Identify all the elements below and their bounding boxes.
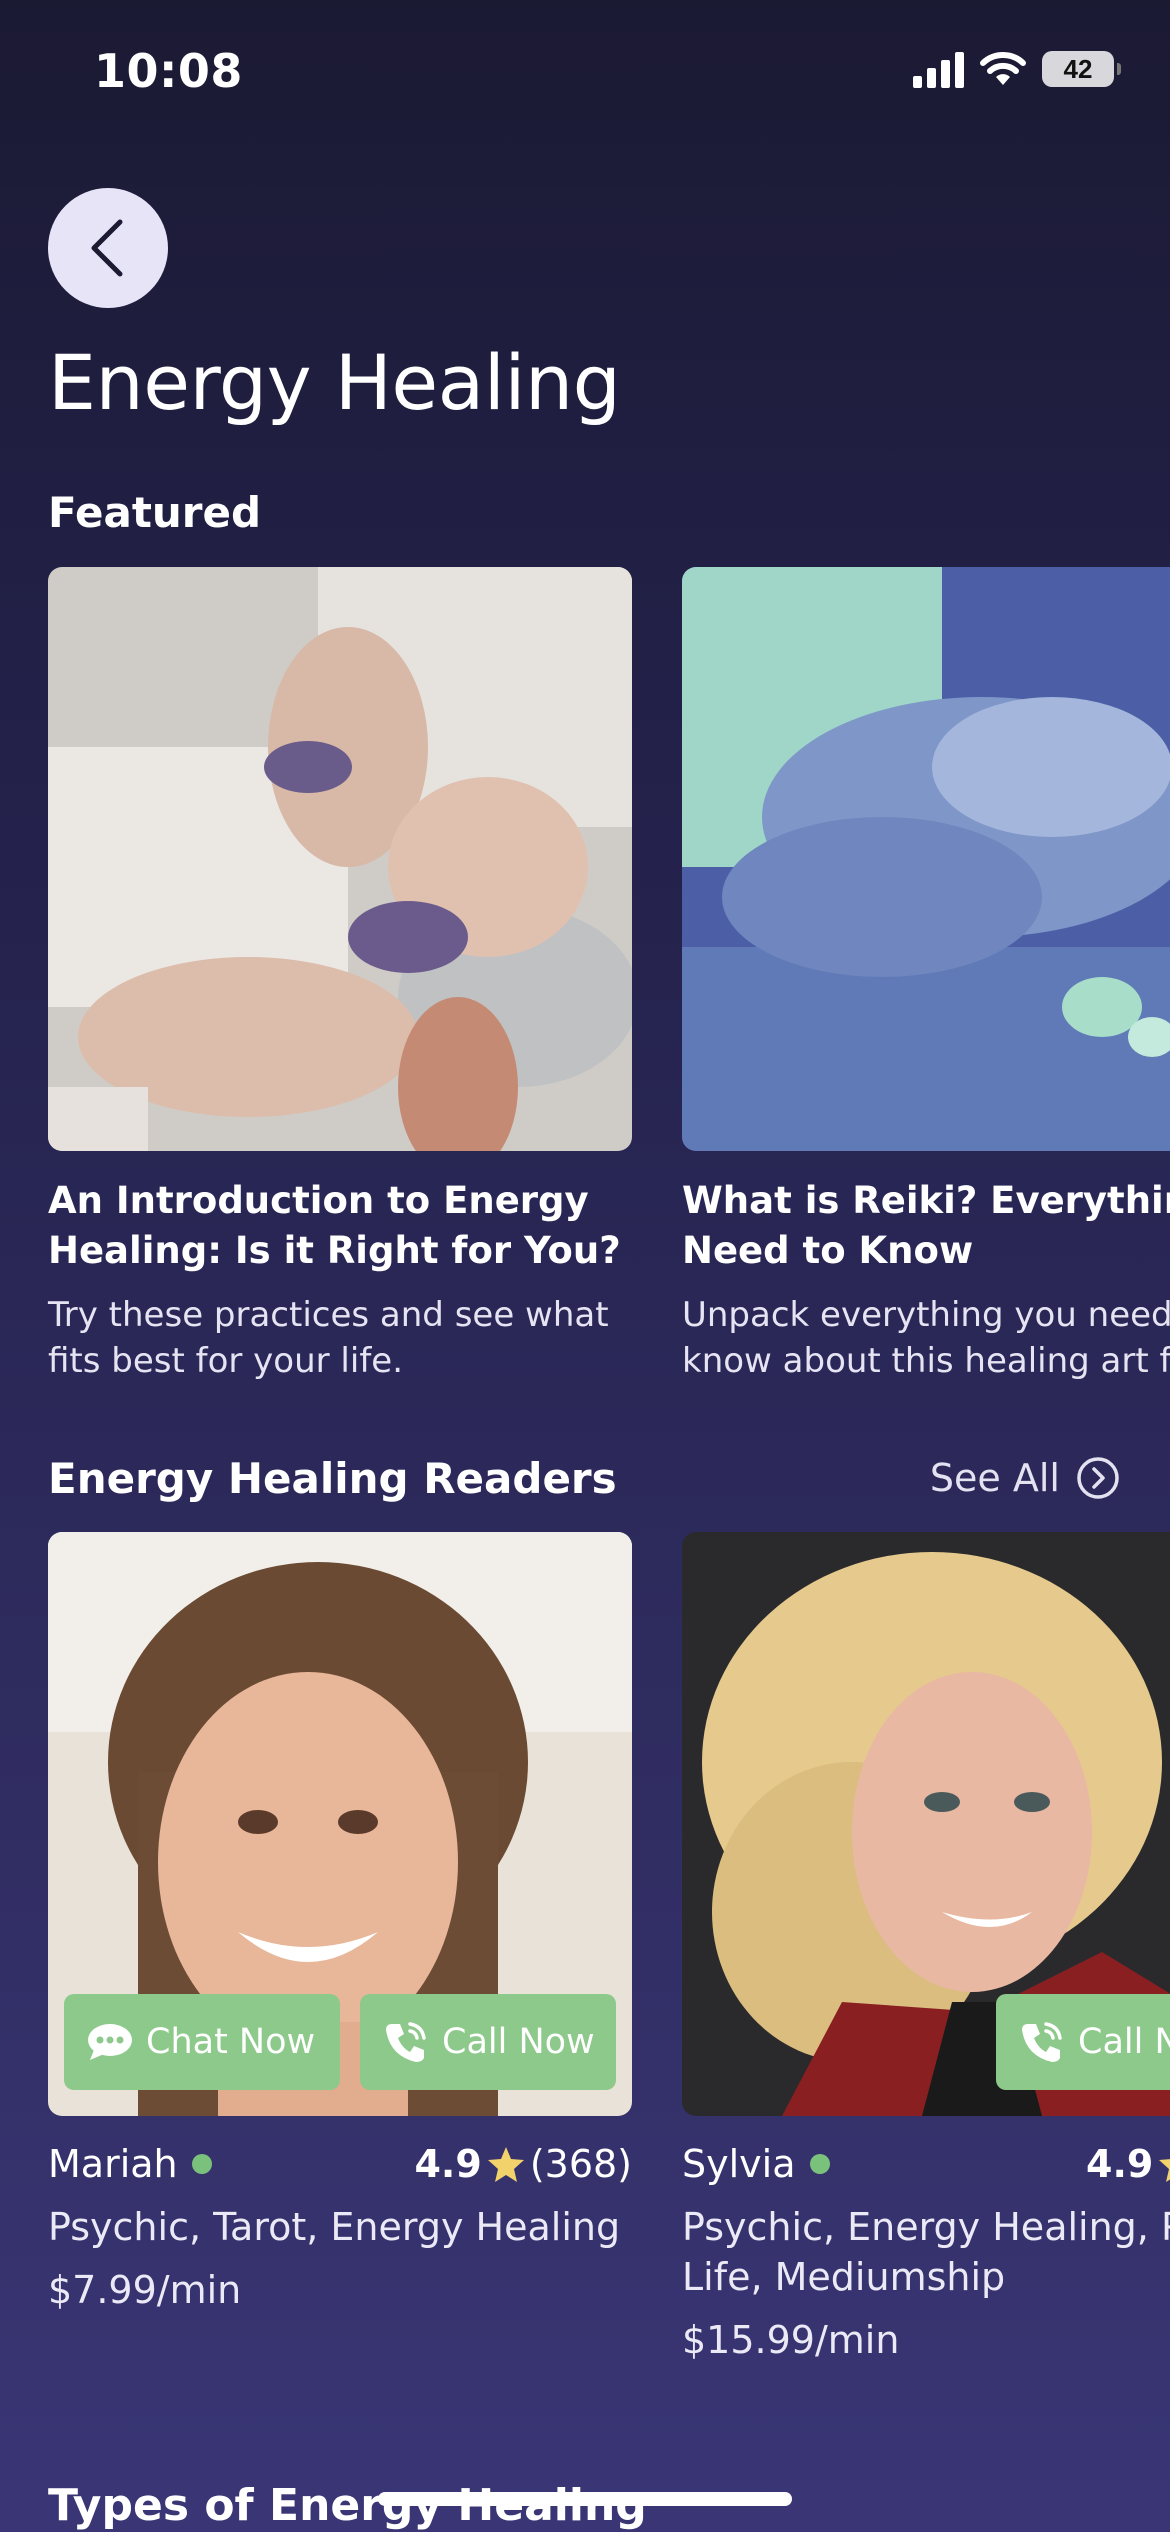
call-now-label: Call Now <box>442 2022 595 2062</box>
status-icons: 42 <box>913 50 1121 88</box>
call-now-button[interactable]: Call N <box>996 1994 1170 2090</box>
reader-price: $7.99/min <box>48 2268 242 2312</box>
call-now-button[interactable]: Call Now <box>360 1994 616 2090</box>
reader-price: $15.99/min <box>682 2318 900 2362</box>
battery-icon: 42 <box>1042 51 1121 87</box>
phone-icon <box>1022 2022 1062 2062</box>
article-title[interactable]: What is Reiki? Everything Y Need to Know <box>682 1176 1170 1276</box>
chat-now-label: Chat Now <box>146 2022 316 2062</box>
screen: 10:08 42 Energy Healing Featured An Intr… <box>0 0 1170 2532</box>
star-icon <box>1159 2159 1170 2182</box>
wifi-icon <box>980 52 1026 85</box>
phone-icon <box>386 2022 426 2062</box>
chevron-right-circle-icon <box>1077 1457 1119 1499</box>
online-status-dot <box>809 2154 830 2174</box>
article-image-reiki[interactable] <box>682 567 1170 1151</box>
reader-rating: 4.9 (368) <box>414 2142 632 2186</box>
reader-rating: 4.9 <box>1086 2142 1170 2186</box>
readers-heading: Energy Healing Readers <box>48 1454 617 1503</box>
online-status-dot <box>191 2154 212 2174</box>
article-description: Unpack everything you need t know about … <box>682 1295 1170 1381</box>
call-now-label: Call N <box>1078 2022 1170 2062</box>
chevron-left-icon <box>91 219 123 277</box>
see-all-link[interactable]: See All <box>930 1456 1120 1500</box>
back-button[interactable] <box>48 188 168 308</box>
home-indicator[interactable] <box>378 2492 792 2506</box>
status-time: 10:08 <box>94 44 243 98</box>
reader-name[interactable]: Mariah <box>48 2142 212 2186</box>
article-description: Try these practices and see what fits be… <box>48 1295 609 1381</box>
page-title: Energy Healing <box>48 338 621 427</box>
reader-specialties: Psychic, Tarot, Energy Healing <box>48 2205 621 2249</box>
article-image-crystals[interactable] <box>48 567 632 1151</box>
featured-heading: Featured <box>48 488 262 537</box>
reader-specialties: Psychic, Energy Healing, Pas Life, Mediu… <box>682 2205 1170 2299</box>
article-title[interactable]: An Introduction to Energy Healing: Is it… <box>48 1176 621 1276</box>
see-all-label: See All <box>929 1456 1060 1500</box>
reader-name[interactable]: Sylvia <box>682 2142 830 2186</box>
star-icon <box>487 2147 524 2182</box>
chat-bubble-icon <box>88 2024 132 2060</box>
cellular-signal-icon <box>913 50 964 88</box>
chat-now-button[interactable]: Chat Now <box>64 1994 340 2090</box>
